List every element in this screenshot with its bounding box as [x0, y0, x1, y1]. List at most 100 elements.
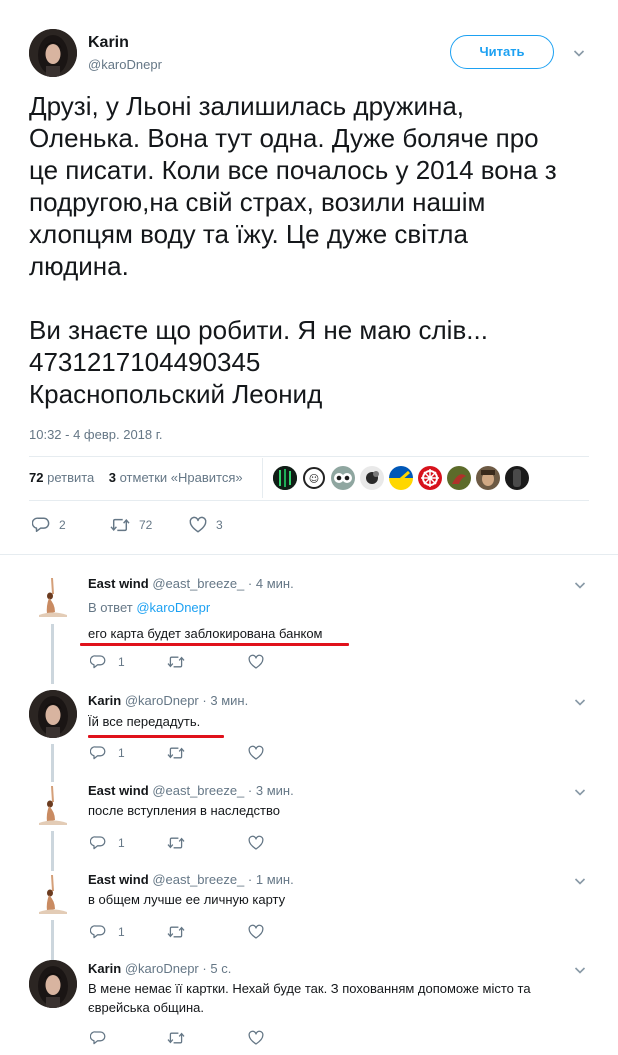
retweet-action[interactable] — [167, 654, 185, 670]
liker-avatar[interactable] — [476, 466, 500, 490]
like-action[interactable] — [248, 924, 264, 940]
liker-avatar[interactable]: ☺ — [302, 466, 326, 490]
like-action[interactable]: 3 — [189, 516, 223, 534]
reply-action[interactable]: 1 — [90, 924, 125, 940]
reply-action[interactable] — [90, 1030, 106, 1046]
reply-avatar[interactable] — [29, 690, 77, 738]
retweet-action[interactable] — [167, 835, 185, 851]
reply-author-handle[interactable]: @east_breeze_ — [152, 783, 244, 798]
reply-count: 1 — [118, 655, 125, 669]
chevron-down-icon[interactable] — [573, 785, 587, 799]
follow-button[interactable]: Читать — [450, 35, 554, 69]
in-reply-mention[interactable]: @karoDnepr — [136, 600, 210, 615]
heart-icon — [248, 745, 264, 761]
liker-avatar[interactable] — [360, 466, 384, 490]
tweet-text-line: подругою,на свій страх, возили нашім — [29, 187, 486, 217]
reply-time-sep: · — [247, 872, 253, 887]
reply-author-handle[interactable]: @east_breeze_ — [152, 872, 244, 887]
heart-icon — [248, 924, 264, 940]
reply-time[interactable]: 3 мин. — [210, 693, 248, 708]
reply-header: East wind @east_breeze_ · 3 мин. — [88, 783, 294, 798]
reply-author-handle[interactable]: @east_breeze_ — [152, 576, 244, 591]
chevron-down-icon[interactable] — [572, 46, 586, 60]
like-action[interactable] — [248, 1030, 264, 1046]
chevron-down-icon[interactable] — [573, 695, 587, 709]
likes-count[interactable]: 3 — [109, 470, 116, 485]
likes-label[interactable]: отметки «Нравится» — [120, 470, 243, 485]
thread-line — [51, 744, 54, 782]
reply-count: 1 — [118, 925, 125, 939]
reply-time[interactable]: 3 мин. — [256, 783, 294, 798]
reply-avatar[interactable] — [29, 871, 77, 919]
reply-avatar[interactable] — [29, 574, 77, 622]
heart-icon — [248, 835, 264, 851]
reply-header: Karin @karoDnepr · 3 мин. — [88, 693, 248, 708]
reply-time[interactable]: 5 с. — [210, 961, 231, 976]
reply-action[interactable]: 2 — [32, 516, 66, 534]
liker-avatar[interactable] — [418, 466, 442, 490]
retweet-action[interactable] — [167, 745, 185, 761]
reply-author-name[interactable]: East wind — [88, 872, 149, 887]
divider — [29, 456, 589, 457]
chevron-down-icon[interactable] — [573, 578, 587, 592]
reply-author-name[interactable]: Karin — [88, 693, 121, 708]
like-action[interactable] — [248, 835, 264, 851]
liker-avatar[interactable] — [447, 466, 471, 490]
reply-action[interactable]: 1 — [90, 654, 125, 670]
reply-author-name[interactable]: Karin — [88, 961, 121, 976]
reply-action[interactable]: 1 — [90, 835, 125, 851]
reply-icon — [90, 745, 106, 761]
in-reply-to: В ответ @karoDnepr — [88, 600, 210, 615]
reply-text: в общем лучше ее личную карту — [88, 892, 286, 907]
tweet-text-line: це писати. Коли все почалось у 2014 вона… — [29, 155, 557, 185]
reply-count: 1 — [118, 836, 125, 850]
reply-icon — [90, 1030, 106, 1046]
tweet-text-line: Оленька. Вона тут одна. Дуже боляче про — [29, 123, 539, 153]
reply-text-line: В мене немає її картки. Нехай буде так. … — [88, 981, 531, 996]
retweets-count[interactable]: 72 — [29, 470, 43, 485]
retweet-action[interactable] — [167, 924, 185, 940]
tweet-text-line: Друзі, у Льоні залишилась дружина, — [29, 91, 465, 121]
retweet-action[interactable]: 72 — [110, 516, 152, 534]
chevron-down-icon[interactable] — [573, 874, 587, 888]
reply-icon — [90, 835, 106, 851]
author-avatar[interactable] — [29, 29, 77, 77]
red-underline-annotation — [88, 735, 224, 738]
retweet-count: 72 — [139, 518, 153, 532]
author-name[interactable]: Karin — [88, 34, 129, 52]
in-reply-prefix: В ответ — [88, 600, 133, 615]
liker-avatar[interactable] — [389, 466, 413, 490]
like-action[interactable] — [248, 654, 264, 670]
retweets-label[interactable]: ретвита — [47, 470, 94, 485]
tweet-text-line: Краснопольский Леонид — [29, 379, 323, 409]
reply-avatar[interactable] — [29, 960, 77, 1008]
like-action[interactable] — [248, 745, 264, 761]
retweet-icon — [110, 516, 130, 534]
chevron-down-icon[interactable] — [573, 963, 587, 977]
reply-author-handle[interactable]: @karoDnepr — [125, 961, 199, 976]
stats-separator — [262, 458, 263, 498]
thread-line — [51, 624, 54, 684]
reply-time-sep: · — [202, 961, 207, 976]
reply-action[interactable]: 1 — [90, 745, 125, 761]
reply-header: East wind @east_breeze_ · 4 мин. — [88, 576, 294, 591]
svg-text:☺: ☺ — [309, 474, 319, 485]
tweet-text: Друзі, у Льоні залишилась дружина, Олень… — [29, 90, 604, 410]
reply-time[interactable]: 4 мин. — [256, 576, 294, 591]
reply-text: В мене немає її картки. Нехай буде так. … — [88, 979, 588, 1017]
reply-text: после вступления в наследство — [88, 803, 280, 818]
liker-avatar[interactable] — [331, 466, 355, 490]
reply-author-name[interactable]: East wind — [88, 783, 149, 798]
reply-time[interactable]: 1 мин. — [256, 872, 294, 887]
reply-author-name[interactable]: East wind — [88, 576, 149, 591]
author-handle[interactable]: @karoDnepr — [88, 57, 162, 72]
liker-avatar[interactable] — [505, 466, 529, 490]
reply-text: Їй все передадуть. — [88, 714, 201, 729]
retweet-icon — [167, 924, 185, 940]
retweet-action[interactable] — [167, 1030, 185, 1046]
reply-author-handle[interactable]: @karoDnepr — [125, 693, 199, 708]
reply-avatar[interactable] — [29, 782, 77, 830]
tweet-timestamp[interactable]: 10:32 - 4 февр. 2018 г. — [29, 427, 163, 442]
reply-header: East wind @east_breeze_ · 1 мин. — [88, 872, 294, 887]
liker-avatar[interactable] — [273, 466, 297, 490]
